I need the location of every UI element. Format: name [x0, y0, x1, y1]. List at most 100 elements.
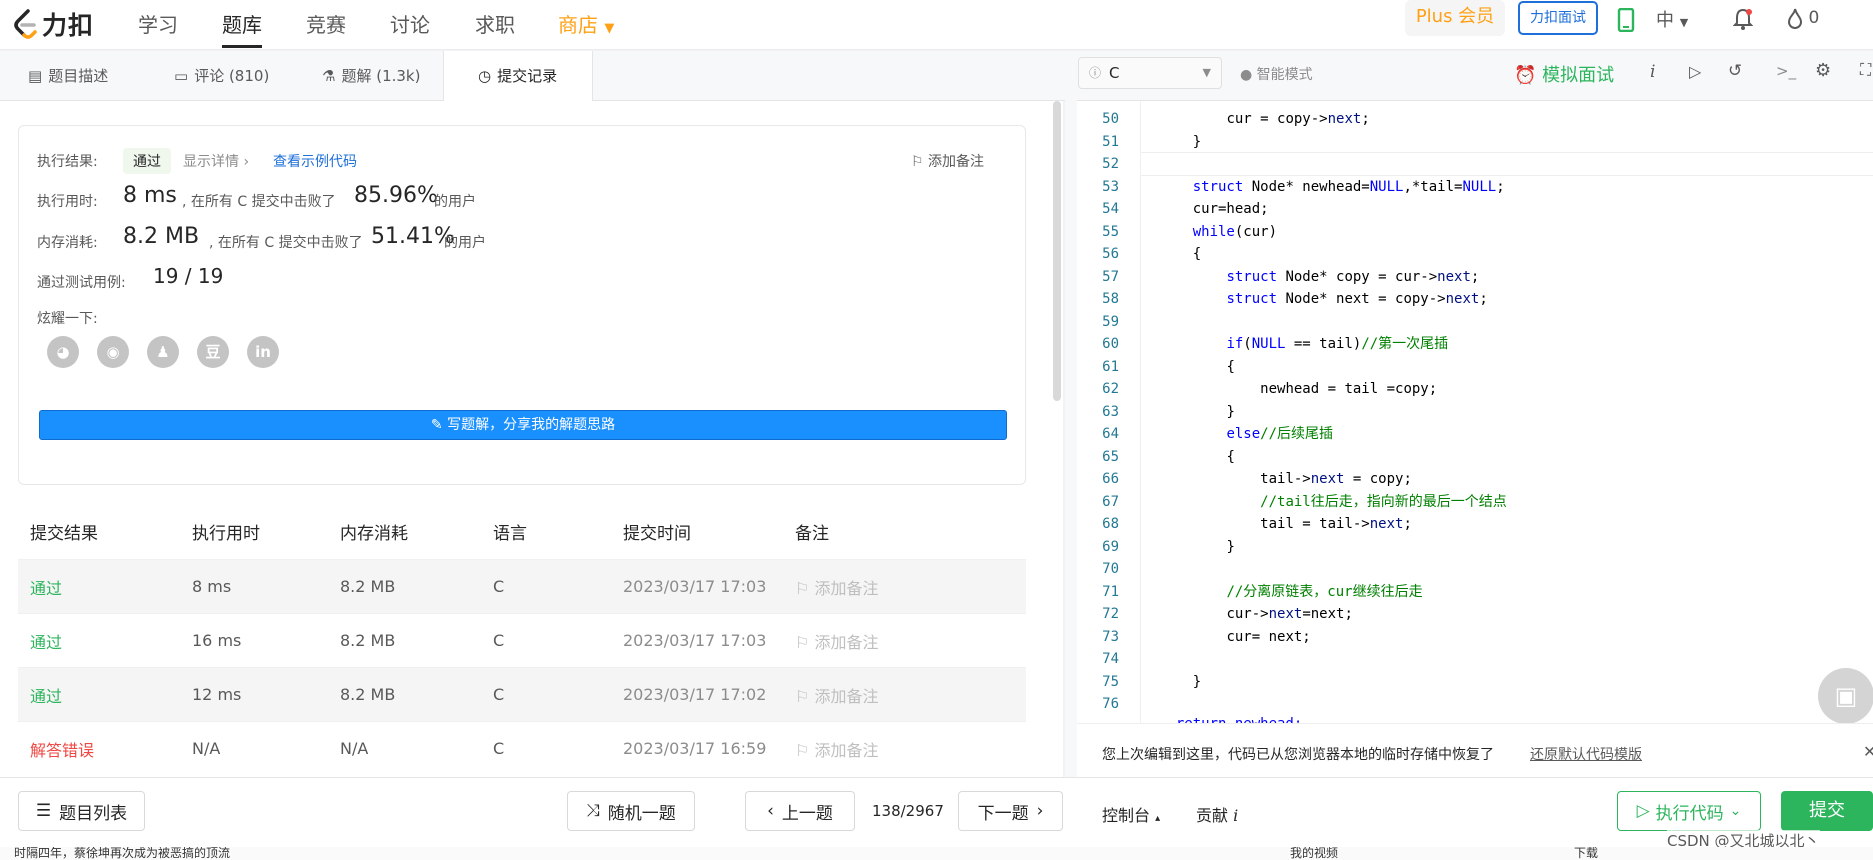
contribute-button[interactable]: 贡献 i	[1196, 802, 1238, 826]
info-italic-icon[interactable]: i	[1650, 62, 1655, 82]
my-video-link[interactable]: 我的视频	[1290, 847, 1338, 860]
code-token: struct	[1226, 268, 1278, 285]
table-row[interactable]: 通过 12 ms 8.2 MB C 2023/03/17 17:02 ⚐ 添加备…	[18, 667, 1026, 721]
restore-default-link[interactable]: 还原默认代码模版	[1530, 744, 1642, 764]
tab-description[interactable]: ▤ 题目描述	[28, 51, 108, 101]
panel-splitter[interactable]	[1065, 51, 1077, 777]
bell-icon[interactable]	[1732, 8, 1754, 34]
flask-icon: ⚗	[322, 67, 336, 85]
table-row[interactable]: 通过 16 ms 8.2 MB C 2023/03/17 17:03 ⚐ 添加备…	[18, 613, 1026, 667]
row-memory: N/A	[340, 739, 369, 758]
phone-icon[interactable]	[1617, 7, 1635, 36]
line-number: 65	[1102, 448, 1119, 465]
write-solution-button[interactable]: ✎ 写题解，分享我的解题思路	[39, 410, 1007, 440]
terminal-icon[interactable]: >_	[1776, 62, 1796, 80]
close-icon[interactable]: ✕	[1863, 742, 1873, 761]
fullscreen-icon[interactable]: ⛶	[1860, 60, 1871, 80]
row-add-note[interactable]: ⚐ 添加备注	[795, 629, 1025, 653]
code-token: }	[1192, 673, 1202, 690]
nav-learn[interactable]: 学习	[138, 8, 178, 48]
tab-comments[interactable]: ▭ 评论 (810)	[174, 51, 269, 101]
next-problem-button[interactable]: 下一题 ›	[958, 791, 1063, 831]
tab-submissions[interactable]: ◷ 提交记录	[443, 51, 593, 101]
row-result[interactable]: 通过	[18, 629, 192, 653]
row-add-note[interactable]: ⚐ 添加备注	[795, 683, 1025, 707]
submit-button[interactable]: 提交	[1781, 791, 1873, 831]
code-token: {	[1226, 358, 1235, 375]
code-line: struct Node* newhead=NULL,*tail=NULL;	[1159, 176, 1505, 199]
mem-label: 内存消耗:	[37, 235, 98, 251]
row-result[interactable]: 通过	[18, 683, 192, 707]
problem-list-button[interactable]: ☰ 题目列表	[18, 791, 145, 831]
add-note-label: 添加备注	[928, 154, 985, 170]
problem-tabbar: ▤ 题目描述 ▭ 评论 (810) ⚗ 题解 (1.3k) ◷ 提交记录	[0, 51, 1073, 101]
mock-interview-button[interactable]: ⏰ 模拟面试	[1514, 61, 1614, 87]
language-switch[interactable]: 中 ▼	[1656, 6, 1688, 32]
bottom-bar: ☰ 题目列表 ⤨ 随机一题 ‹ 上一题 138/2967 下一题 › 控制台 ▴ 贡献 …	[0, 777, 1873, 851]
code-line: cur= next;	[1159, 626, 1310, 649]
sample-code-link[interactable]: 查看示例代码	[273, 151, 357, 171]
show-details-link[interactable]: 显示详情 ›	[183, 151, 249, 171]
console-toggle[interactable]: 控制台 ▴	[1102, 802, 1160, 826]
add-note-button[interactable]: ⚐ 添加备注	[911, 151, 984, 171]
code-token: tail = tail->	[1260, 516, 1370, 532]
left-scrollbar[interactable]	[1053, 101, 1061, 401]
col-note: 备注	[795, 524, 829, 544]
row-memory: 8.2 MB	[340, 685, 396, 704]
contribute-label: 贡献	[1196, 806, 1229, 825]
row-result[interactable]: 通过	[18, 575, 192, 599]
plus-member-button[interactable]: Plus 会员	[1405, 0, 1505, 36]
points-display[interactable]: 0	[1786, 8, 1819, 30]
row-add-note[interactable]: ⚐ 添加备注	[795, 575, 1025, 599]
table-row[interactable]: 解答错误 N/A N/A C 2023/03/17 16:59 ⚐ 添加备注	[18, 721, 1026, 775]
interview-button[interactable]: 力扣面试	[1518, 1, 1598, 35]
nav-store-label: 商店	[558, 13, 598, 37]
nav-discuss[interactable]: 讨论	[390, 8, 430, 48]
info-icon: ⓘ	[1089, 66, 1102, 80]
dot-icon: ●	[1240, 67, 1253, 83]
code-line: while(cur)	[1159, 221, 1277, 244]
notes-float-button[interactable]: ▣	[1818, 668, 1873, 724]
weibo-icon[interactable]: ◉	[97, 336, 129, 368]
col-date: 提交时间	[623, 524, 691, 544]
line-number: 62	[1102, 381, 1119, 397]
linkedin-icon[interactable]: in	[247, 336, 279, 368]
nav-store[interactable]: 商店 ▼	[558, 8, 614, 48]
code-token: next	[1327, 111, 1362, 127]
tab-description-label: 题目描述	[48, 67, 109, 85]
prev-problem-button[interactable]: ‹ 上一题	[745, 791, 855, 831]
nav-problemset[interactable]: 题库	[222, 8, 262, 48]
douban-icon[interactable]: 豆	[197, 336, 229, 368]
alarm-icon: ⏰	[1514, 65, 1537, 86]
play-icon: ▷	[1636, 801, 1650, 821]
nav-jobs[interactable]: 求职	[475, 8, 515, 48]
line-number: 59	[1102, 313, 1119, 330]
row-result[interactable]: 解答错误	[18, 737, 192, 761]
status-badge: 通过	[123, 148, 171, 174]
tab-solutions[interactable]: ⚗ 题解 (1.3k)	[322, 51, 420, 101]
result-card: 执行结果: 通过 显示详情 › 查看示例代码 ⚐ 添加备注 执行用时: 8 ms…	[18, 125, 1026, 485]
code-editor[interactable]: 50 51 52 53 54 55 56 57 58 59 60 61 62 63 64 65 66 67 68 69…	[1077, 101, 1873, 723]
download-link[interactable]: 下载	[1574, 847, 1598, 860]
line-number: 57	[1102, 268, 1119, 285]
wechat-icon[interactable]: ◕	[47, 336, 79, 368]
reset-icon[interactable]: ↺	[1728, 61, 1742, 81]
share-label: 炫耀一下:	[37, 311, 98, 327]
random-problem-button[interactable]: ⤨ 随机一题	[567, 791, 695, 831]
qq-icon[interactable]: ♟	[147, 336, 179, 368]
nav-contest[interactable]: 竞赛	[306, 8, 346, 48]
code-token: while	[1192, 223, 1235, 240]
play-icon[interactable]: ▷	[1689, 62, 1701, 81]
logo[interactable]: 力扣	[14, 6, 94, 42]
settings-icon[interactable]: ⚙	[1815, 60, 1831, 81]
smart-mode-toggle[interactable]: ● 智能模式	[1240, 64, 1313, 84]
code-token: next	[1445, 291, 1480, 307]
row-add-note[interactable]: ⚐ 添加备注	[795, 737, 1025, 761]
line-number: 66	[1102, 471, 1119, 487]
run-code-button[interactable]: ▷ 执行代码 ⌄	[1617, 791, 1761, 831]
news-ticker[interactable]: 时隔四年，蔡徐坤再次成为被恶搞的顶流	[14, 847, 230, 860]
language-select[interactable]: ⓘ C ▼	[1078, 57, 1222, 89]
book-icon: ▣	[1834, 682, 1858, 710]
table-row[interactable]: 通过 8 ms 8.2 MB C 2023/03/17 17:03 ⚐ 添加备注	[18, 559, 1026, 613]
code-line: struct Node* next = copy->next;	[1159, 288, 1487, 311]
